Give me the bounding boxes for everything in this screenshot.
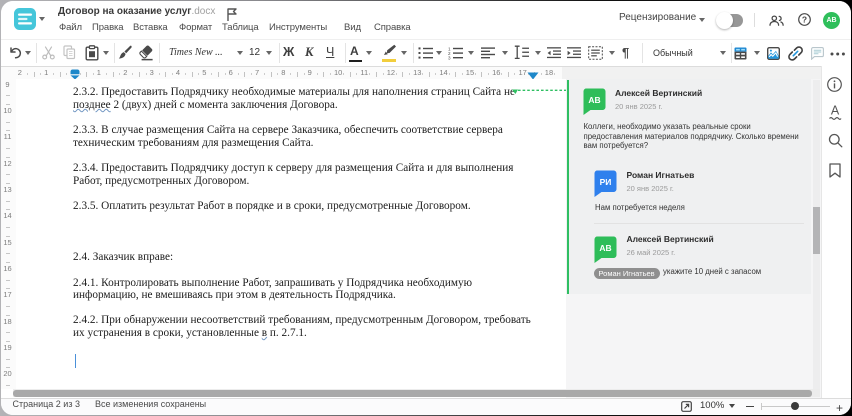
svg-text:РИ: РИ — [600, 177, 612, 187]
svg-text:3: 3 — [448, 56, 451, 60]
svg-text:?: ? — [802, 14, 807, 24]
svg-text:АВ: АВ — [599, 243, 611, 253]
svg-text:АВ: АВ — [588, 95, 600, 105]
svg-text:А: А — [831, 104, 840, 118]
